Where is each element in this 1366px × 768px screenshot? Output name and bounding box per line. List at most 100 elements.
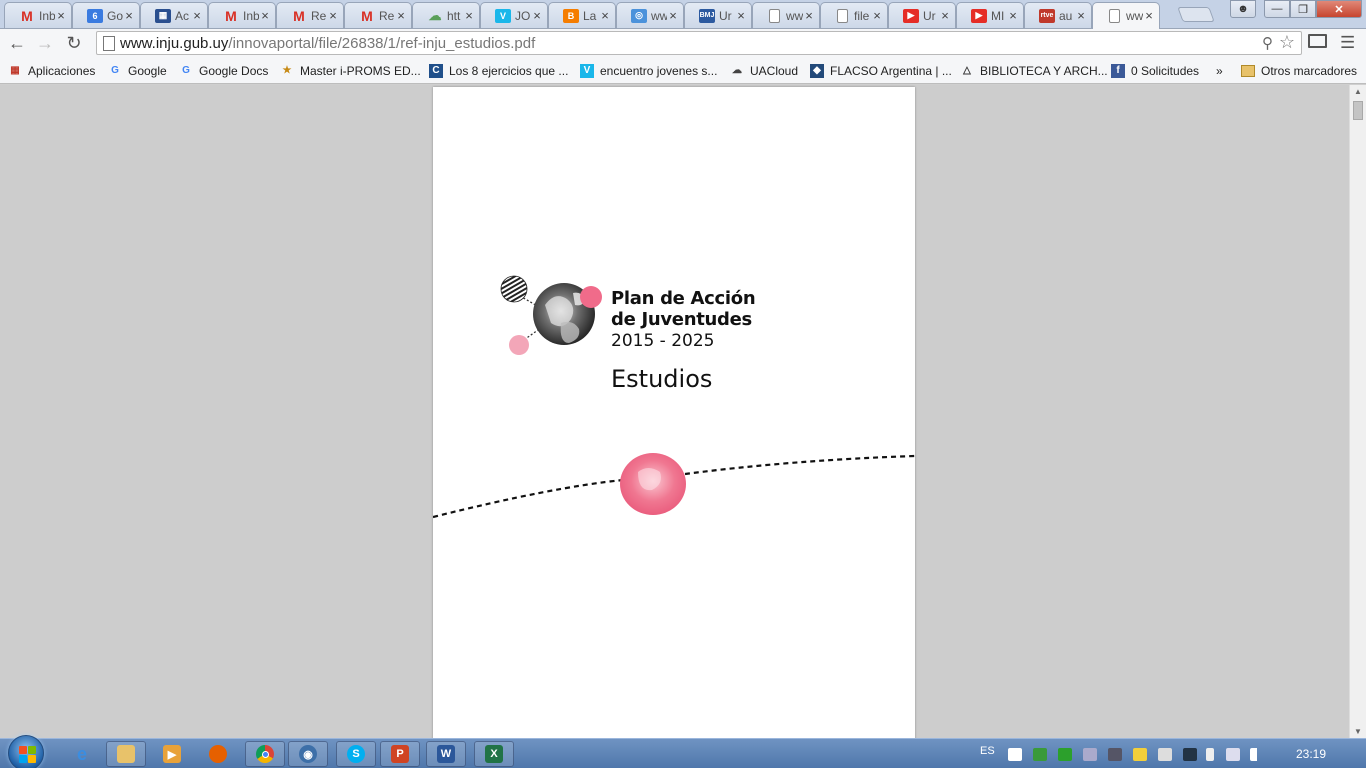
browser-tab[interactable]: 6 Go × <box>72 2 140 28</box>
tab-strip: M Inb × 6 Go × ▦ Ac × M Inb × M Re × M Re × ☁ htt × V JO × B La × ◎… <box>0 0 1366 29</box>
reload-button[interactable]: ↻ <box>64 33 84 53</box>
browser-tab[interactable]: V JO × <box>480 2 548 28</box>
close-tab-icon[interactable]: × <box>667 9 679 22</box>
forward-button[interactable]: → <box>35 33 55 53</box>
browser-tab[interactable]: rtve au × <box>1024 2 1092 28</box>
scroll-up-arrow-icon[interactable]: ▲ <box>1354 87 1362 96</box>
browser-tab[interactable]: ▶ Ur × <box>888 2 956 28</box>
url-text[interactable]: www.inju.gub.uy/innovaportal/file/26838/… <box>120 35 535 52</box>
logo-graphic <box>500 275 602 355</box>
bookmark-item[interactable]: G Google <box>108 62 167 79</box>
bookmark-item[interactable]: △ BIBLIOTECA Y ARCH... <box>960 62 1107 79</box>
menu-icon[interactable]: ☰ <box>1340 33 1355 53</box>
profile-icon[interactable]: ☻ <box>1230 0 1256 18</box>
app-icon[interactable]: ◉ <box>288 741 328 767</box>
browser-tab[interactable]: B La × <box>548 2 616 28</box>
close-tab-icon[interactable]: × <box>735 9 747 22</box>
bookmark-item[interactable]: ◆ FLACSO Argentina | ... <box>810 62 952 79</box>
close-tab-icon[interactable]: × <box>463 9 475 22</box>
browser-tab[interactable]: ☁ htt × <box>412 2 480 28</box>
scroll-thumb[interactable] <box>1353 101 1363 120</box>
close-tab-icon[interactable]: × <box>191 9 203 22</box>
volume-icon[interactable] <box>1226 748 1240 761</box>
close-tab-icon[interactable]: × <box>123 9 135 22</box>
maximize-button[interactable]: ❐ <box>1290 0 1316 18</box>
close-tab-icon[interactable]: × <box>55 9 67 22</box>
windows-flag-icon[interactable] <box>1008 748 1022 761</box>
language-indicator[interactable]: ES <box>980 745 995 757</box>
close-tab-icon[interactable]: × <box>259 9 271 22</box>
word-icon[interactable]: W <box>426 741 466 767</box>
browser-tab[interactable]: ◎ ww × <box>616 2 684 28</box>
close-tab-icon[interactable]: × <box>1007 9 1019 22</box>
bookmarks-overflow-button[interactable]: » <box>1216 62 1223 79</box>
tab-title: ww <box>786 8 803 23</box>
search-icon[interactable]: ⚲ <box>1262 34 1273 52</box>
file-explorer-icon[interactable] <box>106 741 146 767</box>
bookmark-item[interactable]: Otros marcadores <box>1241 62 1357 79</box>
monitor-icon[interactable] <box>1183 748 1197 761</box>
bookmark-item[interactable]: Vencuentro jovenes s... <box>580 62 717 79</box>
bookmark-label: encuentro jovenes s... <box>600 63 718 78</box>
c-icon: C <box>429 63 443 78</box>
start-button[interactable] <box>8 735 44 768</box>
media-player-icon[interactable]: ▶ <box>152 741 192 767</box>
sync-icon[interactable] <box>1083 748 1097 761</box>
close-tab-icon[interactable]: × <box>1143 9 1155 22</box>
close-tab-icon[interactable]: × <box>803 9 815 22</box>
bookmark-item[interactable]: f 0 Solicitudes <box>1111 62 1199 79</box>
close-tab-icon[interactable]: × <box>395 9 407 22</box>
firefox-icon[interactable] <box>198 741 238 767</box>
network-icon[interactable] <box>1250 748 1264 761</box>
browser-tab[interactable]: ▶ MI × <box>956 2 1024 28</box>
back-button[interactable]: ← <box>7 33 27 53</box>
browser-tab[interactable]: ▦ Ac × <box>140 2 208 28</box>
bookmark-item[interactable]: ☁ UACloud <box>730 62 798 79</box>
close-window-button[interactable]: ✕ <box>1316 0 1362 18</box>
skype-icon[interactable]: S <box>336 741 376 767</box>
chrome-icon[interactable] <box>245 741 285 767</box>
close-tab-icon[interactable]: × <box>1075 9 1087 22</box>
browser-tab[interactable]: BMJ Ur × <box>684 2 752 28</box>
toolbar: ← → ↻ www.inju.gub.uy/innovaportal/file/… <box>0 29 1366 57</box>
folder-icon <box>1241 64 1255 77</box>
browser-tab[interactable]: M Inb × <box>208 2 276 28</box>
powerpoint-icon[interactable]: P <box>380 741 420 767</box>
browser-tab[interactable]: ww × <box>752 2 820 28</box>
bookmark-item[interactable]: ★ Master i-PROMS ED... <box>280 62 421 79</box>
bookmark-item[interactable]: C Los 8 ejercicios que ... <box>429 62 568 79</box>
clock[interactable]: 23:19 <box>1296 747 1326 761</box>
new-tab-button[interactable] <box>1177 7 1215 22</box>
battery-icon[interactable] <box>1206 748 1214 761</box>
check-icon[interactable] <box>1058 748 1072 761</box>
mail-icon[interactable] <box>1033 748 1047 761</box>
gmail-icon: M <box>21 7 33 24</box>
cast-icon[interactable] <box>1308 34 1327 48</box>
folder-star-icon: ★ <box>282 65 292 76</box>
minimize-button[interactable]: — <box>1264 0 1290 18</box>
browser-tab[interactable]: M Inb × <box>4 2 72 28</box>
star-icon[interactable]: ☆ <box>1279 32 1295 53</box>
close-tab-icon[interactable]: × <box>939 9 951 22</box>
tab-title: Re <box>311 8 327 23</box>
close-tab-icon[interactable]: × <box>531 9 543 22</box>
vertical-scrollbar[interactable]: ▲ ▼ <box>1349 85 1366 738</box>
scroll-down-arrow-icon[interactable]: ▼ <box>1354 727 1362 736</box>
bookmark-item[interactable]: ▦ Aplicaciones <box>8 62 95 79</box>
excel-icon[interactable]: X <box>474 741 514 767</box>
bookmark-item[interactable]: G Google Docs <box>179 62 268 79</box>
close-tab-icon[interactable]: × <box>599 9 611 22</box>
browser-tab[interactable]: ww × <box>1092 2 1160 29</box>
close-tab-icon[interactable]: × <box>871 9 883 22</box>
vimeo-icon: V <box>495 8 511 23</box>
notification-icon[interactable] <box>1133 748 1147 761</box>
tab-title: Inb <box>39 8 55 23</box>
flag-icon[interactable] <box>1158 748 1172 761</box>
browser-tab[interactable]: M Re × <box>276 2 344 28</box>
display-icon[interactable] <box>1108 748 1122 761</box>
address-bar[interactable]: www.inju.gub.uy/innovaportal/file/26838/… <box>96 31 1302 55</box>
browser-tab[interactable]: M Re × <box>344 2 412 28</box>
close-tab-icon[interactable]: × <box>327 9 339 22</box>
internet-explorer-icon[interactable]: e <box>62 741 102 767</box>
browser-tab[interactable]: file × <box>820 2 888 28</box>
